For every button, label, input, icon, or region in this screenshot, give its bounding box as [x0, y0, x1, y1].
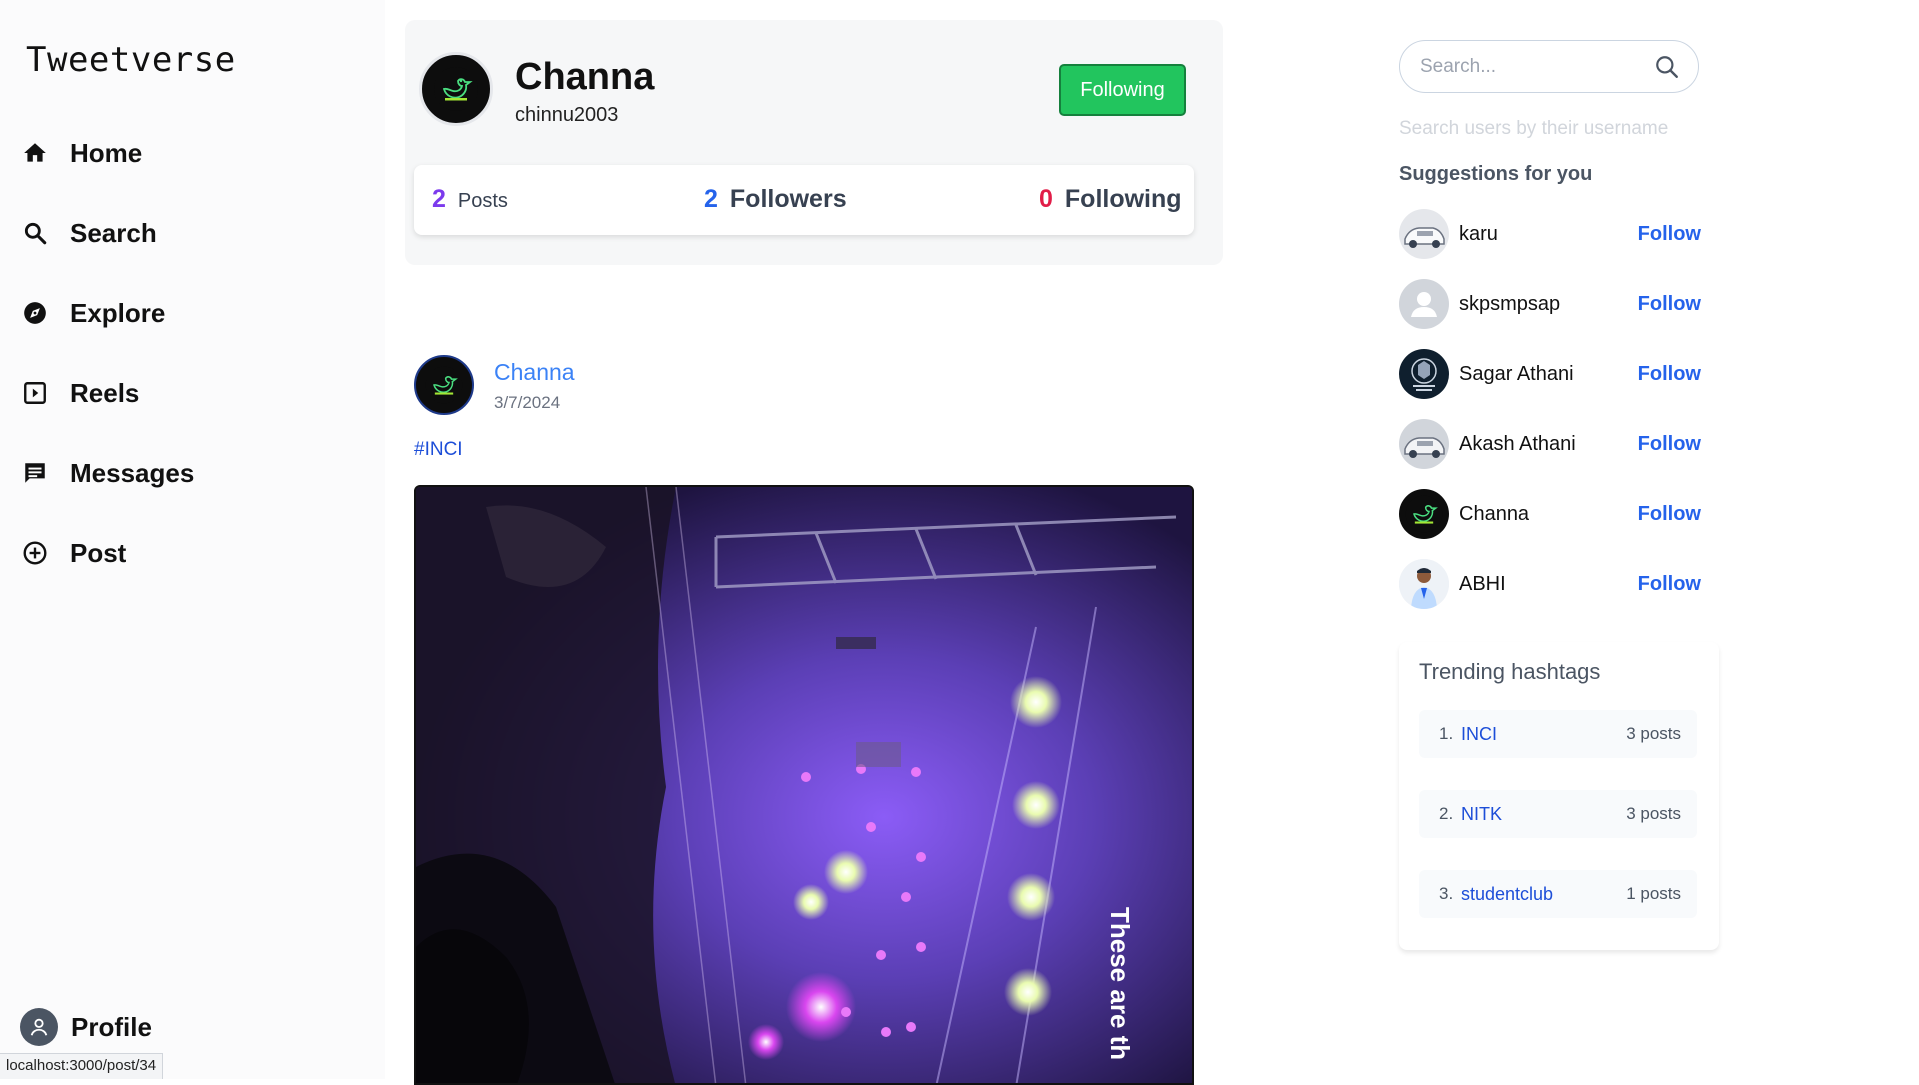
nav-label-search: Search: [70, 217, 157, 248]
following-count: 0: [1039, 185, 1053, 213]
suggestion-item: Sagar Athani Follow: [1399, 348, 1701, 400]
bird-logo-icon: [434, 67, 478, 111]
suggestion-item: karu Follow: [1399, 208, 1701, 260]
search-input[interactable]: [1420, 53, 1640, 81]
play-square-icon: [20, 378, 50, 408]
concert-stage-image: These are th: [416, 487, 1192, 1083]
post-video[interactable]: These are th: [414, 485, 1194, 1085]
status-bar-url: localhost:3000/post/34: [0, 1053, 164, 1079]
trending-count: 3 posts: [1626, 804, 1681, 823]
nav-label-profile: Profile: [71, 1011, 152, 1042]
post-date: 3/7/2024: [494, 393, 561, 412]
search-icon: [20, 218, 50, 248]
video-overlay-text: These are th: [1105, 907, 1135, 1060]
stat-followers[interactable]: 2 Followers: [704, 185, 847, 214]
followers-count: 2: [704, 185, 718, 213]
stat-posts[interactable]: 2 Posts: [432, 185, 508, 214]
suggestions-title: Suggestions for you: [1399, 163, 1593, 185]
app-logo[interactable]: Tweetverse: [26, 40, 236, 80]
bird-logo-icon: [1405, 495, 1443, 533]
person-photo-icon: [1399, 559, 1449, 609]
follow-button[interactable]: Follow: [1638, 573, 1701, 596]
user-avatar[interactable]: [1399, 559, 1449, 609]
plus-circle-icon: [20, 538, 50, 568]
trending-tag[interactable]: INCI: [1461, 724, 1497, 745]
profile-username: chinnu2003: [515, 104, 619, 126]
suggestion-item: skpsmpsap Follow: [1399, 278, 1701, 330]
suggestion-username[interactable]: karu: [1459, 223, 1498, 246]
suggestion-username[interactable]: Akash Athani: [1459, 433, 1576, 456]
trending-tag[interactable]: studentclub: [1461, 884, 1553, 905]
stat-following[interactable]: 0 Following: [1039, 185, 1182, 214]
nav-item-messages[interactable]: Messages: [20, 451, 194, 495]
profile-name: Channa: [515, 56, 655, 98]
suggestion-item: Akash Athani Follow: [1399, 418, 1701, 470]
user-icon: [20, 1008, 58, 1046]
trending-hashtags-card: Trending hashtags 1. INCI 3 posts 2. NIT…: [1399, 642, 1719, 950]
suggestion-username[interactable]: Channa: [1459, 503, 1529, 526]
suggestion-item: ABHI Follow: [1399, 558, 1701, 610]
posts-count: 2: [432, 185, 446, 213]
search-icon[interactable]: [1654, 54, 1680, 80]
home-icon: [20, 138, 50, 168]
nav-label-post: Post: [70, 537, 127, 568]
car-photo-icon: [1399, 209, 1449, 259]
user-avatar[interactable]: [1399, 209, 1449, 259]
trending-rank: 3.: [1439, 884, 1454, 903]
follow-button[interactable]: Follow: [1638, 503, 1701, 526]
suggestion-username[interactable]: skpsmpsap: [1459, 293, 1560, 316]
trending-rank: 2.: [1439, 804, 1454, 823]
trending-count: 3 posts: [1626, 724, 1681, 743]
default-user-icon[interactable]: [1399, 279, 1449, 329]
followers-label: Followers: [729, 185, 847, 213]
suggestion-username[interactable]: Sagar Athani: [1459, 363, 1574, 386]
nav-item-home[interactable]: Home: [20, 131, 142, 175]
search-hint: Search users by their username: [1399, 118, 1669, 139]
suggestion-username[interactable]: ABHI: [1459, 573, 1506, 596]
nav-label-reels: Reels: [70, 377, 140, 408]
nav-item-post[interactable]: Post: [20, 531, 126, 575]
nav-label-messages: Messages: [70, 457, 195, 488]
suggestion-item: Channa Follow: [1399, 488, 1701, 540]
post-author-name[interactable]: Channa: [494, 359, 575, 386]
follow-button[interactable]: Follow: [1638, 433, 1701, 456]
nav-label-home: Home: [70, 137, 143, 168]
nav-label-explore: Explore: [70, 297, 166, 328]
trending-item[interactable]: 2. NITK 3 posts: [1419, 790, 1697, 838]
trending-item[interactable]: 1. INCI 3 posts: [1419, 710, 1697, 758]
following-label: Following: [1064, 185, 1182, 213]
following-button[interactable]: Following: [1059, 64, 1186, 116]
crest-logo-icon: [1399, 349, 1449, 399]
profile-header: Channa chinnu2003 Following 2 Posts 2 Fo…: [405, 20, 1223, 265]
nav-item-profile[interactable]: Profile: [20, 1005, 152, 1049]
trending-title: Trending hashtags: [1419, 659, 1601, 684]
profile-avatar[interactable]: [419, 52, 493, 126]
message-icon: [20, 458, 50, 488]
nav-item-search[interactable]: Search: [20, 211, 157, 255]
trending-item[interactable]: 3. studentclub 1 posts: [1419, 870, 1697, 918]
profile-stats: 2 Posts 2 Followers 0 Following: [414, 165, 1194, 235]
search-bar: [1399, 40, 1699, 93]
nav-item-explore[interactable]: Explore: [20, 291, 165, 335]
posts-label: Posts: [457, 190, 508, 212]
compass-icon: [20, 298, 50, 328]
follow-button[interactable]: Follow: [1638, 293, 1701, 316]
car-photo-icon: [1399, 419, 1449, 469]
nav-item-reels[interactable]: Reels: [20, 371, 139, 415]
user-avatar[interactable]: [1399, 489, 1449, 539]
sidebar: Tweetverse Home Search Explore Reels Mes…: [0, 0, 385, 1079]
post-hashtag[interactable]: #INCI: [414, 439, 463, 461]
post-author-avatar[interactable]: [414, 355, 474, 415]
trending-count: 1 posts: [1626, 884, 1681, 903]
user-avatar[interactable]: [1399, 419, 1449, 469]
user-avatar[interactable]: [1399, 349, 1449, 399]
follow-button[interactable]: Follow: [1638, 363, 1701, 386]
bird-logo-icon: [425, 366, 463, 404]
trending-tag[interactable]: NITK: [1461, 804, 1502, 825]
trending-rank: 1.: [1439, 724, 1454, 743]
follow-button[interactable]: Follow: [1638, 223, 1701, 246]
